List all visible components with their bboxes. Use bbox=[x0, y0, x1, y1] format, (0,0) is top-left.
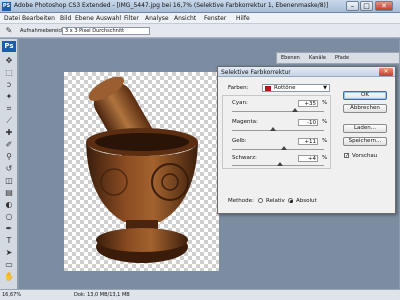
document-size: Dok: 13,0 MB/13,1 MB bbox=[74, 292, 130, 298]
healing-brush-icon[interactable]: ✚ bbox=[4, 128, 14, 138]
menu-ansicht[interactable]: Ansicht bbox=[174, 15, 196, 22]
cancel-button[interactable]: Abbrechen bbox=[343, 104, 387, 113]
cyan-label: Cyan: bbox=[232, 100, 248, 106]
colors-select[interactable]: Rottöne ▼ bbox=[262, 84, 330, 92]
tab-kanaele[interactable]: Kanäle bbox=[309, 55, 326, 61]
toolbox: Ps ✥ ⬚ ↄ ✦ ⌗ ⟋ ✚ ✐ ⚲ ↺ ◫ ▤ ◐ ○ ✒ T ➤ ▭ ✋ bbox=[0, 39, 18, 289]
sample-size-select[interactable]: 3 x 3 Pixel Durchschnitt bbox=[62, 27, 150, 35]
clone-stamp-icon[interactable]: ⚲ bbox=[4, 152, 14, 162]
marquee-tool-icon[interactable]: ⬚ bbox=[4, 68, 14, 78]
crop-tool-icon[interactable]: ⌗ bbox=[4, 104, 14, 114]
menu-fenster[interactable]: Fenster bbox=[204, 15, 226, 22]
menu-bar: Datei Bearbeiten Bild Ebene Auswahl Filt… bbox=[0, 13, 400, 24]
colors-select-value: Rottöne bbox=[274, 85, 296, 91]
pen-tool-icon[interactable]: ✒ bbox=[4, 224, 14, 234]
preview-label: Vorschau bbox=[352, 153, 378, 159]
maximize-icon[interactable]: □ bbox=[360, 1, 373, 11]
menu-bild[interactable]: Bild bbox=[60, 15, 71, 22]
menu-datei[interactable]: Datei bbox=[4, 15, 20, 22]
photoshop-logo: Ps bbox=[2, 41, 16, 52]
menu-analyse[interactable]: Analyse bbox=[145, 15, 169, 22]
photoshop-app-icon: PS bbox=[2, 2, 11, 11]
cyan-slider-thumb[interactable] bbox=[291, 108, 298, 112]
magenta-value-field[interactable]: -10 bbox=[298, 119, 318, 126]
ok-button[interactable]: OK bbox=[343, 91, 387, 100]
dialog-close-icon[interactable]: ✕ bbox=[379, 68, 393, 76]
mortar-and-pestle-image bbox=[86, 76, 198, 263]
menu-ebene[interactable]: Ebene bbox=[75, 15, 94, 22]
dialog-title: Selektive Farbkorrektur bbox=[221, 69, 291, 76]
history-brush-icon[interactable]: ↺ bbox=[4, 164, 14, 174]
selective-color-dialog: Selektive Farbkorrektur ✕ Farben: Rottön… bbox=[217, 66, 396, 214]
dialog-title-bar: Selektive Farbkorrektur bbox=[218, 67, 395, 77]
gelb-slider-track[interactable] bbox=[232, 149, 324, 150]
lasso-tool-icon[interactable]: ↄ bbox=[4, 80, 14, 90]
status-bar: 16,67% Dok: 13,0 MB/13,1 MB bbox=[0, 289, 400, 300]
schwarz-label: Schwarz: bbox=[232, 155, 257, 161]
menu-auswahl[interactable]: Auswahl bbox=[96, 15, 121, 22]
save-button[interactable]: Speichern... bbox=[343, 137, 387, 146]
method-relative-radio[interactable] bbox=[258, 198, 263, 203]
cyan-slider-track[interactable] bbox=[232, 111, 324, 112]
eraser-tool-icon[interactable]: ◫ bbox=[4, 176, 14, 186]
magic-wand-icon[interactable]: ✦ bbox=[4, 92, 14, 102]
layers-panel-tabs: Ebenen Kanäle Pfade bbox=[276, 52, 400, 64]
menu-bearbeiten[interactable]: Bearbeiten bbox=[22, 15, 55, 22]
zoom-level[interactable]: 16,67% bbox=[2, 292, 21, 298]
gelb-value-field[interactable]: +11 bbox=[298, 138, 318, 145]
tab-pfade[interactable]: Pfade bbox=[335, 55, 349, 61]
shape-tool-icon[interactable]: ▭ bbox=[4, 260, 14, 270]
method-relative-label: Relativ bbox=[266, 198, 285, 204]
preview-checkbox[interactable]: ✓ bbox=[344, 153, 349, 159]
method-absolute-label: Absolut bbox=[296, 198, 317, 204]
gelb-slider-thumb[interactable] bbox=[280, 146, 287, 150]
eyedropper-icon[interactable]: ✎ bbox=[4, 26, 14, 36]
chevron-down-icon: ▼ bbox=[323, 85, 327, 91]
dodge-tool-icon[interactable]: ○ bbox=[4, 212, 14, 222]
schwarz-value-field[interactable]: +4 bbox=[298, 155, 318, 162]
brush-tool-icon[interactable]: ✐ bbox=[4, 140, 14, 150]
magenta-unit: % bbox=[322, 119, 328, 125]
load-button[interactable]: Laden... bbox=[343, 124, 387, 133]
sample-size-label: Aufnahmebereich: bbox=[20, 28, 66, 34]
menu-hilfe[interactable]: Hilfe bbox=[236, 15, 250, 22]
minimize-icon[interactable]: – bbox=[346, 1, 359, 11]
magenta-slider-thumb[interactable] bbox=[270, 127, 277, 131]
magenta-label: Magenta: bbox=[232, 119, 258, 125]
gelb-unit: % bbox=[322, 138, 328, 144]
document-canvas[interactable] bbox=[64, 72, 219, 271]
schwarz-unit: % bbox=[322, 155, 328, 161]
schwarz-slider-thumb[interactable] bbox=[276, 162, 283, 166]
blur-tool-icon[interactable]: ◐ bbox=[4, 200, 14, 210]
colors-label: Farben: bbox=[228, 85, 249, 91]
menu-filter[interactable]: Filter bbox=[124, 15, 139, 22]
gradient-tool-icon[interactable]: ▤ bbox=[4, 188, 14, 198]
color-swatch bbox=[265, 86, 271, 91]
path-selection-icon[interactable]: ➤ bbox=[4, 248, 14, 258]
close-icon[interactable]: ✕ bbox=[375, 1, 393, 11]
hand-tool-icon[interactable]: ✋ bbox=[4, 272, 14, 282]
window-title: Adobe Photoshop CS3 Extended - [IMG_5447… bbox=[14, 2, 329, 9]
method-absolute-radio[interactable] bbox=[288, 198, 293, 203]
type-tool-icon[interactable]: T bbox=[4, 236, 14, 246]
cyan-unit: % bbox=[322, 100, 328, 106]
magenta-slider-track[interactable] bbox=[232, 130, 324, 131]
slice-tool-icon[interactable]: ⟋ bbox=[4, 116, 14, 126]
move-tool-icon[interactable]: ✥ bbox=[4, 56, 14, 66]
gelb-label: Gelb: bbox=[232, 138, 247, 144]
method-label: Methode: bbox=[228, 198, 254, 204]
cyan-value-field[interactable]: +35 bbox=[298, 100, 318, 107]
options-bar: ✎ Aufnahmebereich: 3 x 3 Pixel Durchschn… bbox=[0, 24, 400, 38]
title-bar: PS Adobe Photoshop CS3 Extended - [IMG_5… bbox=[0, 0, 400, 13]
tab-ebenen[interactable]: Ebenen bbox=[281, 55, 300, 61]
